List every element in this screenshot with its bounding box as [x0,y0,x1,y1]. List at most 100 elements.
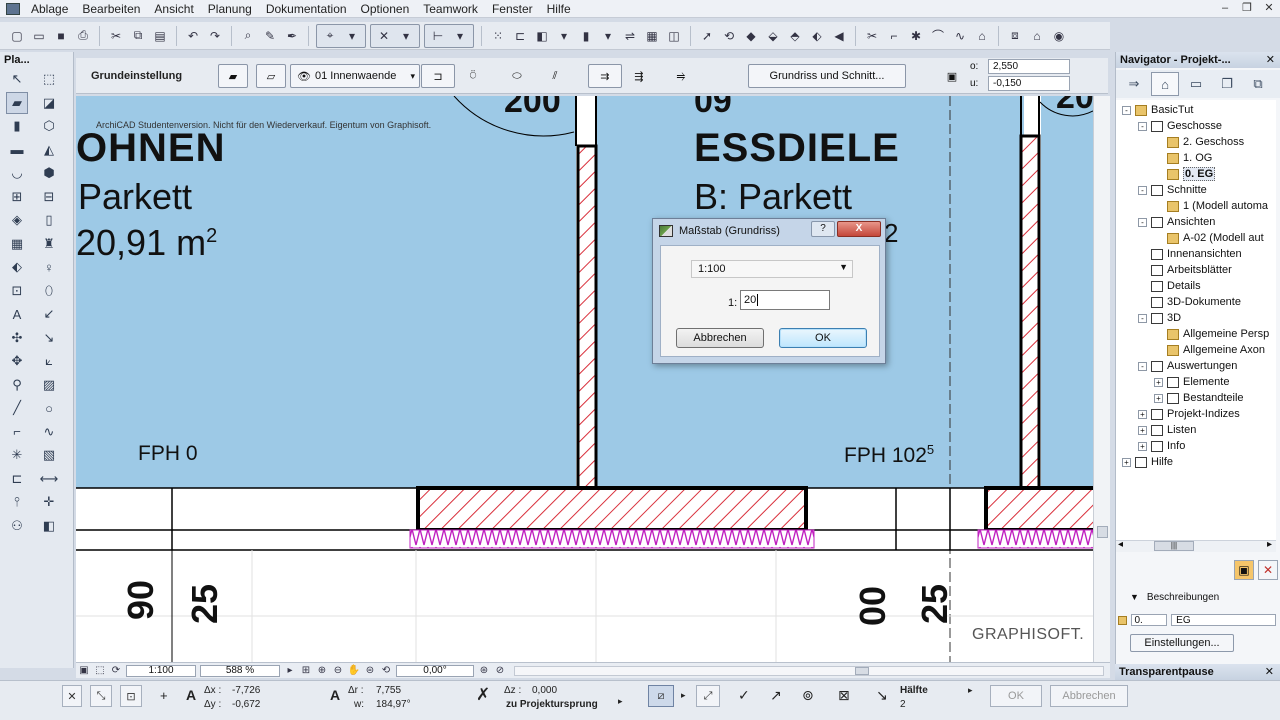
zoom-previous-icon[interactable]: ⊜ [363,665,377,677]
spot-elevation-tool-icon[interactable]: ✥ [6,350,28,372]
circle-tool-icon[interactable]: ○ [38,397,60,419]
top-offset-field[interactable]: 2,550 [988,59,1070,74]
canvas-vertical-scrollbar[interactable] [1093,96,1110,662]
layer-dropdown[interactable]: 👁 01 Innenwaende ▾ [290,64,420,88]
new-folder-icon[interactable]: ▣ [1234,560,1254,580]
expand-icon[interactable]: + [1122,457,1131,467]
window-tool-icon[interactable]: ⊞ [6,186,28,208]
wall-tool-icon[interactable]: ▰ [6,91,28,114]
mirror-icon[interactable]: ◫ [664,26,684,46]
orientation-angle-field[interactable]: 0,00° [396,664,474,677]
flip-icon[interactable]: ⬭ [506,64,528,88]
rotate-icon[interactable]: ⟲ [719,26,739,46]
guide-line-icon[interactable]: ✕ [374,26,394,46]
menu-ablage[interactable]: Ablage [24,2,75,16]
origin-reference[interactable]: zu Projektursprung [506,699,598,710]
snap-mode-dropdown-icon[interactable]: ▸ [968,685,973,696]
wall-settings-icon[interactable]: ▰ [218,64,248,88]
angle-dropdown-icon[interactable]: ⊘ [493,665,507,677]
menu-fenster[interactable]: Fenster [485,2,540,16]
syringe-icon[interactable]: ✒ [282,26,302,46]
snap-distance-icon[interactable]: ↘ [876,687,888,704]
origin-dropdown-icon[interactable]: ▸ [618,696,623,707]
pan-icon[interactable]: ✋ [347,665,361,677]
rotate-view-icon[interactable]: ⟲ [379,665,393,677]
tree-item[interactable]: + Listen [1138,422,1196,438]
preview-icon[interactable]: ⬚ [93,665,107,677]
tree-item[interactable]: 1. OG [1154,150,1212,166]
cancel-button[interactable]: Abbrechen [676,328,764,348]
hotspot-tool-icon[interactable]: ✳ [6,444,28,466]
publisher-icon[interactable]: ⧉ [1244,72,1272,96]
dropdown-arrow-icon[interactable]: ▾ [450,26,470,46]
tree-item[interactable]: Allgemeine Persp [1154,326,1269,342]
drag-icon[interactable]: ➚ [697,26,717,46]
bottom-offset-field[interactable]: -0,150 [988,76,1070,91]
custom-scale-input[interactable]: 20 [740,290,830,310]
close-icon[interactable]: ✕ [62,685,82,707]
figure-tool-icon[interactable]: ▧ [38,444,60,466]
intersect-icon[interactable]: ◀ [829,26,849,46]
settings-button[interactable]: Einstellungen... [1130,634,1234,652]
collapse-icon[interactable]: - [1138,121,1147,131]
snap-mode-icon[interactable]: ⧄ [648,685,674,707]
adjust-icon[interactable]: ⬖ [807,26,827,46]
dx-value[interactable]: -7,726 [232,685,260,696]
story-name-field[interactable]: EG [1171,614,1276,626]
plus-icon[interactable]: + [160,688,168,703]
paste-icon[interactable]: ▤ [150,26,170,46]
dropdown-arrow-icon[interactable]: ▾ [554,26,574,46]
navigator-mode-icon[interactable]: ⇒ [1120,72,1148,96]
floor-plan-icon[interactable]: ⌂ [1027,26,1047,46]
polar-coordinates-icon[interactable]: A [330,687,340,703]
interior-elevation-tool-icon[interactable]: ⫯ [6,491,28,513]
tangent-snap-icon[interactable]: ⊚ [802,687,814,704]
dropdown-arrow-icon[interactable]: ▾ [342,26,362,46]
text-tool-icon[interactable]: A [6,303,28,325]
tree-item[interactable]: 3D-Dokumente [1138,294,1241,310]
structure-icon[interactable]: ⇉ [588,64,622,88]
curve-icon[interactable]: ∿ [950,26,970,46]
expand-icon[interactable]: + [1138,441,1147,451]
tree-item[interactable]: + Projekt-Indizes [1138,406,1240,422]
shell-tool-icon[interactable]: ◡ [6,162,28,184]
camera-tool-icon[interactable]: ⚇ [6,515,28,537]
floor-plan-canvas[interactable]: ArchiCAD Studentenversion. Nicht für den… [76,96,1093,662]
menu-bearbeiten[interactable]: Bearbeiten [75,2,147,16]
coords-ok-button[interactable]: OK [990,685,1042,707]
tree-item[interactable]: + Bestandteile [1154,390,1244,406]
beam-tool-icon[interactable]: ▬ [6,139,28,161]
door-frame-tool-icon[interactable]: ▯ [38,209,60,231]
elevation-tool-icon[interactable]: ⟷ [38,468,60,490]
story-id-field[interactable]: 0. [1131,614,1168,626]
dy-value[interactable]: -0,672 [232,699,260,710]
menu-optionen[interactable]: Optionen [354,2,417,16]
tree-item[interactable]: + Info [1138,438,1185,454]
refresh-icon[interactable]: ⟳ [109,665,123,677]
elevate-icon[interactable]: ⬙ [763,26,783,46]
navigator-horizontal-scrollbar[interactable]: ◂ ||| ▸ [1116,539,1276,552]
open-folder-icon[interactable]: ▭ [29,26,49,46]
fillet-icon[interactable]: ⌐ [884,26,904,46]
dropdown-arrow-icon[interactable]: ▾ [598,26,618,46]
tree-item[interactable]: - Auswertungen [1138,358,1237,374]
log-icon[interactable]: ⇶ [628,64,650,88]
menu-dokumentation[interactable]: Dokumentation [259,2,354,16]
collapse-icon[interactable]: - [1138,185,1147,195]
copy-icon[interactable]: ⧉ [128,26,148,46]
tree-item[interactable]: - Schnitte [1138,182,1207,198]
collapse-icon[interactable]: - [1122,105,1131,115]
chair-tool-icon[interactable]: ♜ [38,233,60,255]
dropdown-arrow-icon[interactable]: ▾ [396,26,416,46]
zoom-in-icon[interactable]: ⊕ [315,665,329,677]
lamp-tool-icon[interactable]: ♀ [38,256,60,278]
divide-snap-icon[interactable]: ⊠ [838,687,850,704]
mesh-tool-icon[interactable]: ⬖ [6,256,28,278]
expand-icon[interactable]: + [1154,393,1163,403]
tree-item[interactable]: - Geschosse [1138,118,1222,134]
spline-tool-icon[interactable]: ∿ [38,421,60,443]
geometry-method-icon[interactable]: ▱ [256,64,286,88]
polyline-tool-icon[interactable]: ⌐ [6,421,28,443]
render-icon[interactable]: ◉ [1049,26,1069,46]
collapse-icon[interactable]: - [1138,217,1147,227]
